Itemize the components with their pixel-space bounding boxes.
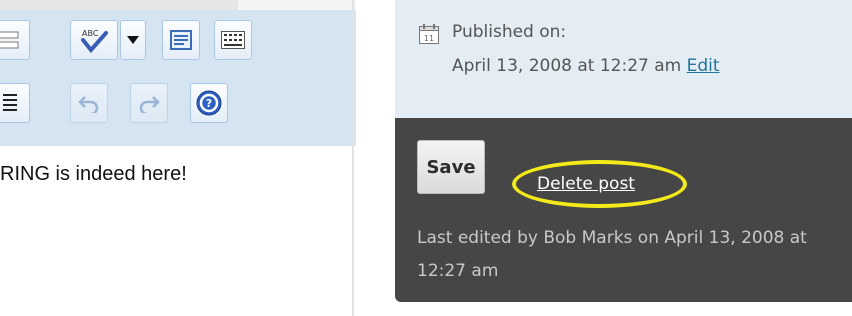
publish-panel: 11 Published on: April 13, 2008 at 12:27… [395,0,852,302]
svg-text:ABC: ABC [82,29,99,38]
calendar-icon: 11 [419,24,439,44]
delete-post-link[interactable]: Delete post [537,174,635,194]
published-date: April 13, 2008 at 12:27 am Edit [452,56,720,76]
dropdown-arrow-icon [127,36,139,44]
redo-button[interactable] [130,83,168,123]
save-button[interactable]: Save [417,140,485,194]
text-box-icon [170,30,192,50]
insert-horizontal-rule-icon [0,29,19,51]
published-date-value: April 13, 2008 at 12:27 am [452,56,682,76]
publish-actions: Save Delete post Last edited by Bob Mark… [395,118,852,302]
indent-icon [0,92,18,114]
editor-divider [352,0,354,316]
publish-info: 11 Published on: April 13, 2008 at 12:27… [395,0,852,118]
indent-button[interactable] [0,83,30,123]
editor-content-text[interactable]: RING is indeed here! [0,163,187,186]
help-button[interactable]: ? [190,83,228,123]
editor-top-strip [0,0,356,10]
edit-date-link[interactable]: Edit [687,56,720,76]
svg-text:?: ? [206,97,212,110]
character-map-button[interactable] [214,20,252,60]
spellcheck-button[interactable]: ABC [70,20,118,60]
insert-horizontal-rule-button[interactable] [0,20,30,60]
spellcheck-icon: ABC [79,27,109,53]
redo-icon [138,93,160,113]
text-box-button[interactable] [162,20,200,60]
character-map-icon [221,31,245,49]
last-edited-text: Last edited by Bob Marks on April 13, 20… [417,228,807,281]
help-icon: ? [196,90,222,116]
spellcheck-dropdown[interactable] [120,20,146,60]
published-on-label: Published on: [452,22,567,42]
post-editor: ABC ? RING is indeed here! [0,0,356,316]
undo-icon [78,93,100,113]
undo-button[interactable] [70,83,108,123]
editor-toolbar: ABC ? [0,10,356,146]
svg-text:11: 11 [424,34,434,43]
